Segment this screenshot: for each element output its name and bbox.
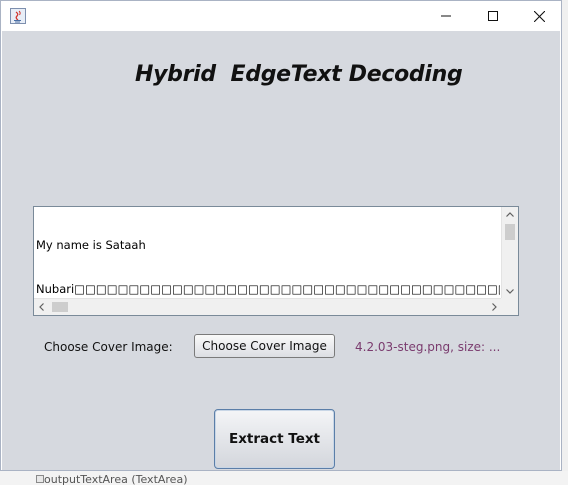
background-tree-item: outputTextArea (TextArea) xyxy=(44,473,188,486)
chevron-left-icon xyxy=(38,303,44,311)
scroll-corner xyxy=(501,298,518,315)
scroll-left-button[interactable] xyxy=(34,299,48,315)
page-title: Hybrid EdgeText Decoding xyxy=(135,62,463,87)
content-panel: Hybrid EdgeText Decoding My name is Sata… xyxy=(2,31,560,470)
horizontal-scroll-thumb[interactable] xyxy=(52,302,68,312)
minimize-icon xyxy=(441,15,451,17)
maximize-button[interactable] xyxy=(470,1,516,31)
scroll-up-button[interactable] xyxy=(502,207,518,221)
decoded-text-content[interactable]: My name is Sataah Nubari□□□□□□□□□□□□□□□□… xyxy=(36,209,500,295)
vertical-scroll-thumb[interactable] xyxy=(505,224,515,240)
background-app-edge xyxy=(561,0,568,485)
vertical-scrollbar[interactable] xyxy=(501,207,518,298)
chevron-up-icon xyxy=(506,211,514,217)
decoded-text-area[interactable]: My name is Sataah Nubari□□□□□□□□□□□□□□□□… xyxy=(33,206,519,316)
text-line: My name is Sataah xyxy=(36,238,146,252)
scroll-right-button[interactable] xyxy=(487,299,501,315)
chevron-down-icon xyxy=(506,288,514,294)
minimize-button[interactable] xyxy=(423,1,469,31)
scroll-down-button[interactable] xyxy=(502,284,518,298)
selected-file-status: 4.2.03-steg.png, size: ... xyxy=(355,340,501,354)
title-bar[interactable] xyxy=(1,1,561,31)
app-window: Hybrid EdgeText Decoding My name is Sata… xyxy=(0,0,562,471)
extract-text-button[interactable]: Extract Text xyxy=(214,409,335,469)
choose-cover-label: Choose Cover Image: xyxy=(44,340,173,354)
horizontal-scrollbar[interactable] xyxy=(34,298,501,315)
close-icon xyxy=(533,10,545,22)
background-tree-icon xyxy=(36,475,44,483)
java-app-icon xyxy=(10,8,26,24)
maximize-icon xyxy=(488,11,498,21)
text-line: Nubari□□□□□□□□□□□□□□□□□□□□□□□□□□□□□□□□□□… xyxy=(36,281,500,296)
choose-cover-image-button[interactable]: Choose Cover Image xyxy=(194,334,335,358)
chevron-right-icon xyxy=(491,303,497,311)
close-button[interactable] xyxy=(516,1,562,31)
